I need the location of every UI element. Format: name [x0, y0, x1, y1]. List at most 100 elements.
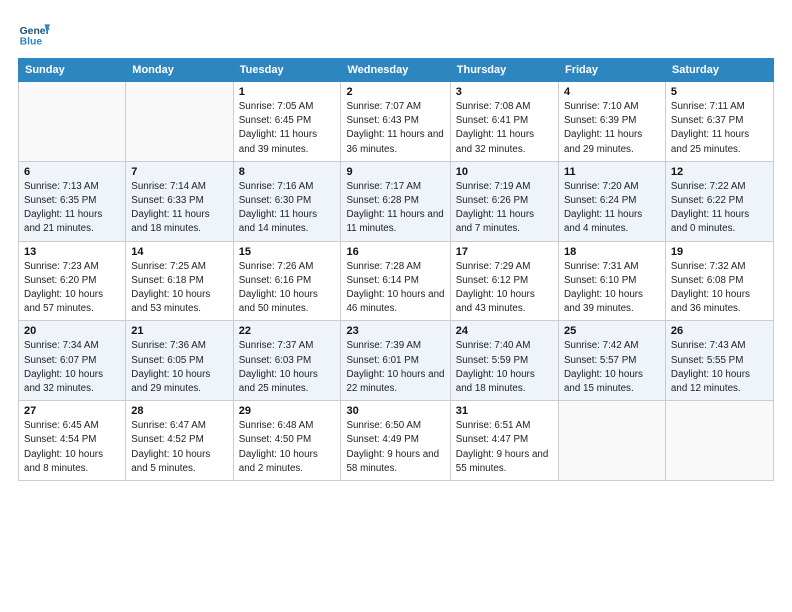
calendar-cell: [665, 401, 773, 481]
calendar-cell: 31 Sunrise: 6:51 AM Sunset: 4:47 PM Dayli…: [450, 401, 558, 481]
calendar-cell: 12Sunrise: 7:22 AM Sunset: 6:22 PM Dayli…: [665, 161, 773, 241]
weekday-header-friday: Friday: [558, 59, 665, 82]
weekday-header-monday: Monday: [126, 59, 233, 82]
day-number: 19: [671, 246, 768, 258]
calendar-cell: 18 Sunrise: 7:31 AM Sunset: 6:10 PM Dayli…: [558, 241, 665, 321]
header: General Blue: [18, 18, 774, 50]
day-detail: Sunrise: 7:11 AM Sunset: 6:37 PM Dayligh…: [671, 100, 768, 157]
day-number: 16: [346, 246, 444, 258]
day-detail: Sunrise: 7:25 AM Sunset: 6:18 PM Dayligh…: [131, 260, 227, 317]
weekday-header-thursday: Thursday: [450, 59, 558, 82]
calendar-cell: 24 Sunrise: 7:40 AM Sunset: 5:59 PM Dayli…: [450, 321, 558, 401]
day-detail: Sunrise: 7:05 AM Sunset: 6:45 PM Dayligh…: [239, 100, 336, 157]
day-detail: Sunrise: 7:29 AM Sunset: 6:12 PM Dayligh…: [456, 260, 553, 317]
calendar-cell: 16 Sunrise: 7:28 AM Sunset: 6:14 PM Dayli…: [341, 241, 450, 321]
day-detail: Sunrise: 7:17 AM Sunset: 6:28 PM Dayligh…: [346, 180, 444, 237]
calendar-cell: 17 Sunrise: 7:29 AM Sunset: 6:12 PM Dayli…: [450, 241, 558, 321]
day-detail: Sunrise: 7:19 AM Sunset: 6:26 PM Dayligh…: [456, 180, 553, 237]
weekday-header-tuesday: Tuesday: [233, 59, 341, 82]
day-number: 14: [131, 246, 227, 258]
calendar-cell: 20Sunrise: 7:34 AM Sunset: 6:07 PM Dayli…: [19, 321, 126, 401]
day-number: 30: [346, 405, 444, 417]
day-detail: Sunrise: 7:28 AM Sunset: 6:14 PM Dayligh…: [346, 260, 444, 317]
day-number: 31: [456, 405, 553, 417]
day-number: 22: [239, 325, 336, 337]
day-detail: Sunrise: 7:13 AM Sunset: 6:35 PM Dayligh…: [24, 180, 120, 237]
day-number: 10: [456, 166, 553, 178]
day-detail: Sunrise: 7:37 AM Sunset: 6:03 PM Dayligh…: [239, 339, 336, 396]
calendar-cell: 25 Sunrise: 7:42 AM Sunset: 5:57 PM Dayli…: [558, 321, 665, 401]
day-detail: Sunrise: 7:36 AM Sunset: 6:05 PM Dayligh…: [131, 339, 227, 396]
calendar-cell: 7 Sunrise: 7:14 AM Sunset: 6:33 PM Daylig…: [126, 161, 233, 241]
day-number: 7: [131, 166, 227, 178]
day-detail: Sunrise: 7:16 AM Sunset: 6:30 PM Dayligh…: [239, 180, 336, 237]
svg-text:Blue: Blue: [20, 36, 43, 47]
day-number: 24: [456, 325, 553, 337]
calendar-cell: 2Sunrise: 7:07 AM Sunset: 6:43 PM Daylig…: [341, 82, 450, 162]
day-detail: Sunrise: 7:08 AM Sunset: 6:41 PM Dayligh…: [456, 100, 553, 157]
calendar-cell: 22 Sunrise: 7:37 AM Sunset: 6:03 PM Dayli…: [233, 321, 341, 401]
calendar-cell: 1 Sunrise: 7:05 AM Sunset: 6:45 PM Daylig…: [233, 82, 341, 162]
logo-icon: General Blue: [18, 18, 50, 50]
day-number: 25: [564, 325, 660, 337]
calendar-table: SundayMondayTuesdayWednesdayThursdayFrid…: [18, 58, 774, 481]
day-detail: Sunrise: 7:14 AM Sunset: 6:33 PM Dayligh…: [131, 180, 227, 237]
calendar-cell: 5 Sunrise: 7:11 AM Sunset: 6:37 PM Daylig…: [665, 82, 773, 162]
day-number: 13: [24, 246, 120, 258]
calendar-cell: [19, 82, 126, 162]
calendar-cell: 6 Sunrise: 7:13 AM Sunset: 6:35 PM Daylig…: [19, 161, 126, 241]
day-number: 17: [456, 246, 553, 258]
day-detail: Sunrise: 6:50 AM Sunset: 4:49 PM Dayligh…: [346, 419, 444, 476]
calendar-cell: 15 Sunrise: 7:26 AM Sunset: 6:16 PM Dayli…: [233, 241, 341, 321]
day-number: 1: [239, 86, 336, 98]
calendar-cell: 10 Sunrise: 7:19 AM Sunset: 6:26 PM Dayli…: [450, 161, 558, 241]
day-number: 4: [564, 86, 660, 98]
calendar-cell: 19 Sunrise: 7:32 AM Sunset: 6:08 PM Dayli…: [665, 241, 773, 321]
day-number: 3: [456, 86, 553, 98]
weekday-header-saturday: Saturday: [665, 59, 773, 82]
calendar-cell: 11 Sunrise: 7:20 AM Sunset: 6:24 PM Dayli…: [558, 161, 665, 241]
page: General Blue SundayMondayTuesdayWednesda…: [0, 0, 792, 612]
day-detail: Sunrise: 7:31 AM Sunset: 6:10 PM Dayligh…: [564, 260, 660, 317]
day-detail: Sunrise: 7:10 AM Sunset: 6:39 PM Dayligh…: [564, 100, 660, 157]
day-number: 11: [564, 166, 660, 178]
day-number: 9: [346, 166, 444, 178]
day-number: 27: [24, 405, 120, 417]
day-number: 28: [131, 405, 227, 417]
calendar-cell: 28Sunrise: 6:47 AM Sunset: 4:52 PM Dayli…: [126, 401, 233, 481]
day-detail: Sunrise: 6:45 AM Sunset: 4:54 PM Dayligh…: [24, 419, 120, 476]
day-number: 21: [131, 325, 227, 337]
day-detail: Sunrise: 7:42 AM Sunset: 5:57 PM Dayligh…: [564, 339, 660, 396]
calendar-cell: 21 Sunrise: 7:36 AM Sunset: 6:05 PM Dayli…: [126, 321, 233, 401]
day-detail: Sunrise: 7:23 AM Sunset: 6:20 PM Dayligh…: [24, 260, 120, 317]
day-number: 20: [24, 325, 120, 337]
weekday-header-wednesday: Wednesday: [341, 59, 450, 82]
day-detail: Sunrise: 7:40 AM Sunset: 5:59 PM Dayligh…: [456, 339, 553, 396]
day-detail: Sunrise: 7:20 AM Sunset: 6:24 PM Dayligh…: [564, 180, 660, 237]
calendar-cell: 9 Sunrise: 7:17 AM Sunset: 6:28 PM Daylig…: [341, 161, 450, 241]
calendar-cell: 30 Sunrise: 6:50 AM Sunset: 4:49 PM Dayli…: [341, 401, 450, 481]
calendar-cell: 4 Sunrise: 7:10 AM Sunset: 6:39 PM Daylig…: [558, 82, 665, 162]
calendar-cell: 27 Sunrise: 6:45 AM Sunset: 4:54 PM Dayli…: [19, 401, 126, 481]
day-detail: Sunrise: 7:22 AM Sunset: 6:22 PM Dayligh…: [671, 180, 768, 237]
day-number: 23: [346, 325, 444, 337]
calendar-cell: 29 Sunrise: 6:48 AM Sunset: 4:50 PM Dayli…: [233, 401, 341, 481]
day-number: 8: [239, 166, 336, 178]
calendar-cell: 26 Sunrise: 7:43 AM Sunset: 5:55 PM Dayli…: [665, 321, 773, 401]
day-number: 5: [671, 86, 768, 98]
day-detail: Sunrise: 7:39 AM Sunset: 6:01 PM Dayligh…: [346, 339, 444, 396]
day-detail: Sunrise: 6:48 AM Sunset: 4:50 PM Dayligh…: [239, 419, 336, 476]
day-number: 18: [564, 246, 660, 258]
calendar-cell: 13 Sunrise: 7:23 AM Sunset: 6:20 PM Dayli…: [19, 241, 126, 321]
calendar-cell: 14 Sunrise: 7:25 AM Sunset: 6:18 PM Dayli…: [126, 241, 233, 321]
calendar-cell: [558, 401, 665, 481]
day-number: 26: [671, 325, 768, 337]
day-detail: Sunrise: 6:51 AM Sunset: 4:47 PM Dayligh…: [456, 419, 553, 476]
day-number: 6: [24, 166, 120, 178]
day-number: 29: [239, 405, 336, 417]
weekday-header-sunday: Sunday: [19, 59, 126, 82]
day-detail: Sunrise: 7:43 AM Sunset: 5:55 PM Dayligh…: [671, 339, 768, 396]
day-detail: Sunrise: 7:26 AM Sunset: 6:16 PM Dayligh…: [239, 260, 336, 317]
day-detail: Sunrise: 7:32 AM Sunset: 6:08 PM Dayligh…: [671, 260, 768, 317]
day-number: 15: [239, 246, 336, 258]
